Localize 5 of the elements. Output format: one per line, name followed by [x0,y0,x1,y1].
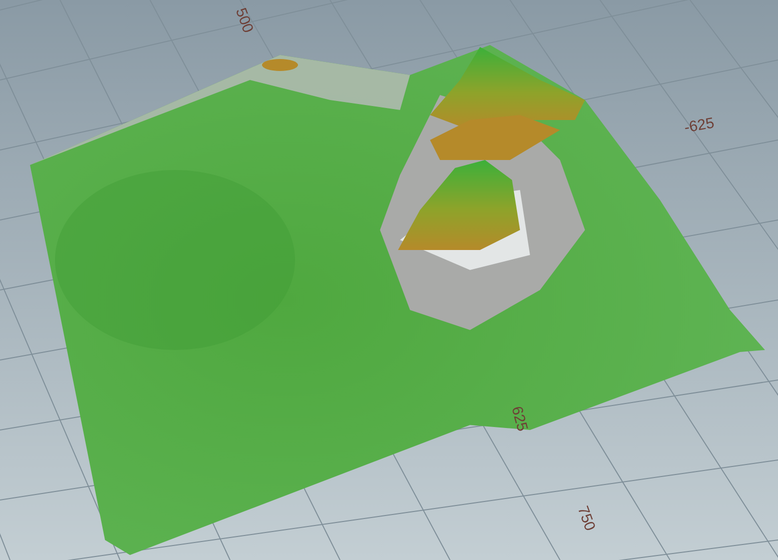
grid-label: -625 [682,114,716,137]
grid-label: 750 [574,504,598,534]
grid-label: 625 [508,404,531,434]
viewport[interactable]: 500 -625 625 750 [0,0,778,560]
grid-label: 500 [232,6,256,36]
